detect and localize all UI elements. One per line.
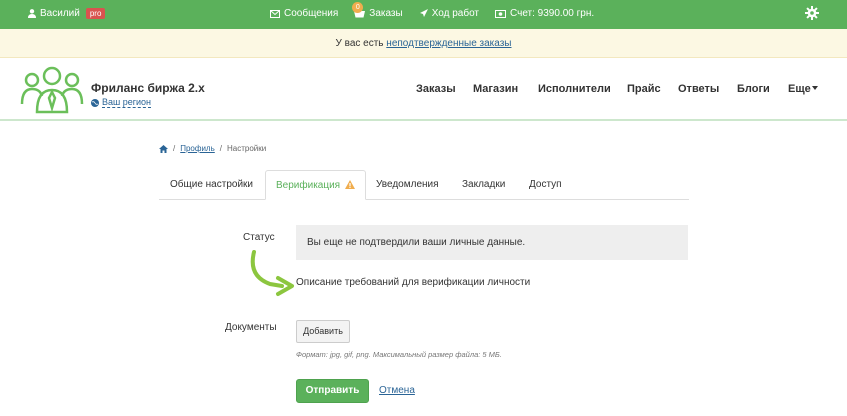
globe-icon — [91, 98, 99, 107]
tab-verification[interactable]: Верификация — [265, 170, 366, 200]
file-format-hint: Формат: jpg, gif, png. Максимальный разм… — [296, 350, 502, 359]
breadcrumb-current: Настройки — [227, 144, 267, 153]
tab-general-settings[interactable]: Общие настройки — [160, 170, 263, 200]
unconfirmed-orders-link[interactable]: неподтвержденные заказы — [386, 38, 511, 49]
progress-label: Ход работ — [431, 8, 479, 19]
submit-button[interactable]: Отправить — [296, 379, 369, 403]
logo-icon[interactable] — [20, 64, 84, 114]
pro-badge: pro — [85, 8, 106, 19]
user-name: Василий — [40, 8, 80, 19]
region-label: Ваш регион — [102, 97, 152, 108]
breadcrumb: / Профиль / Настройки — [159, 144, 266, 153]
home-icon[interactable] — [159, 144, 168, 153]
cancel-link[interactable]: Отмена — [379, 385, 415, 396]
orders-label: Заказы — [369, 8, 403, 19]
money-icon — [495, 9, 506, 18]
site-header: Фриланс биржа 2.х Ваш регион Заказы Мага… — [0, 58, 847, 121]
balance-link[interactable]: Счет: 9390.00 грн. — [495, 8, 594, 19]
progress-link[interactable]: Ход работ — [419, 8, 479, 19]
curved-arrow-icon — [250, 250, 294, 296]
add-document-button[interactable]: Добавить — [296, 320, 350, 343]
nav-performers[interactable]: Исполнители — [538, 83, 611, 95]
top-nav: Сообщения Заказы 0 Ход работ Счет: 9390.… — [270, 2, 594, 19]
breadcrumb-separator: / — [219, 144, 223, 153]
tab-notifications[interactable]: Уведомления — [366, 170, 449, 200]
brand-name[interactable]: Фриланс биржа 2.х — [91, 81, 205, 95]
nav-shop[interactable]: Магазин — [473, 83, 518, 95]
user-menu[interactable]: Василий pro — [28, 8, 106, 19]
region-selector[interactable]: Ваш регион — [91, 97, 152, 108]
status-message: Вы еще не подтвердили ваши личные данные… — [296, 225, 688, 260]
messages-label: Сообщения — [284, 8, 339, 19]
tab-verification-label: Верификация — [276, 180, 341, 191]
nav-answers[interactable]: Ответы — [678, 83, 719, 95]
nav-more[interactable]: Еще — [788, 83, 818, 95]
tab-access[interactable]: Доступ — [519, 170, 572, 200]
warning-icon — [344, 180, 355, 189]
nav-orders[interactable]: Заказы — [416, 83, 456, 95]
gear-icon[interactable] — [805, 6, 819, 20]
top-bar: Василий pro Сообщения Заказы 0 Ход работ — [0, 0, 847, 29]
user-icon — [28, 9, 36, 18]
balance-label: Счет: 9390.00 грн. — [510, 8, 595, 19]
documents-label: Документы — [225, 322, 277, 333]
breadcrumb-separator: / — [173, 144, 176, 153]
rocket-icon — [419, 9, 428, 17]
status-label: Статус — [243, 232, 275, 243]
orders-link[interactable]: Заказы 0 — [352, 2, 403, 19]
nav-price[interactable]: Прайс — [627, 83, 661, 95]
verification-requirements: Описание требований для верификации личн… — [296, 277, 531, 288]
messages-link[interactable]: Сообщения — [270, 8, 338, 19]
envelope-icon — [270, 9, 280, 18]
alert-text: У вас есть — [335, 38, 387, 49]
settings-tabs: Общие настройки Верификация Уведомления … — [159, 170, 689, 200]
caret-down-icon — [811, 86, 818, 90]
nav-more-label: Еще — [788, 83, 811, 95]
tab-bookmarks[interactable]: Закладки — [452, 170, 515, 200]
nav-blogs[interactable]: Блоги — [737, 83, 770, 95]
unconfirmed-orders-alert: У вас есть неподтвержденные заказы — [0, 29, 847, 58]
breadcrumb-profile[interactable]: Профиль — [180, 144, 215, 153]
